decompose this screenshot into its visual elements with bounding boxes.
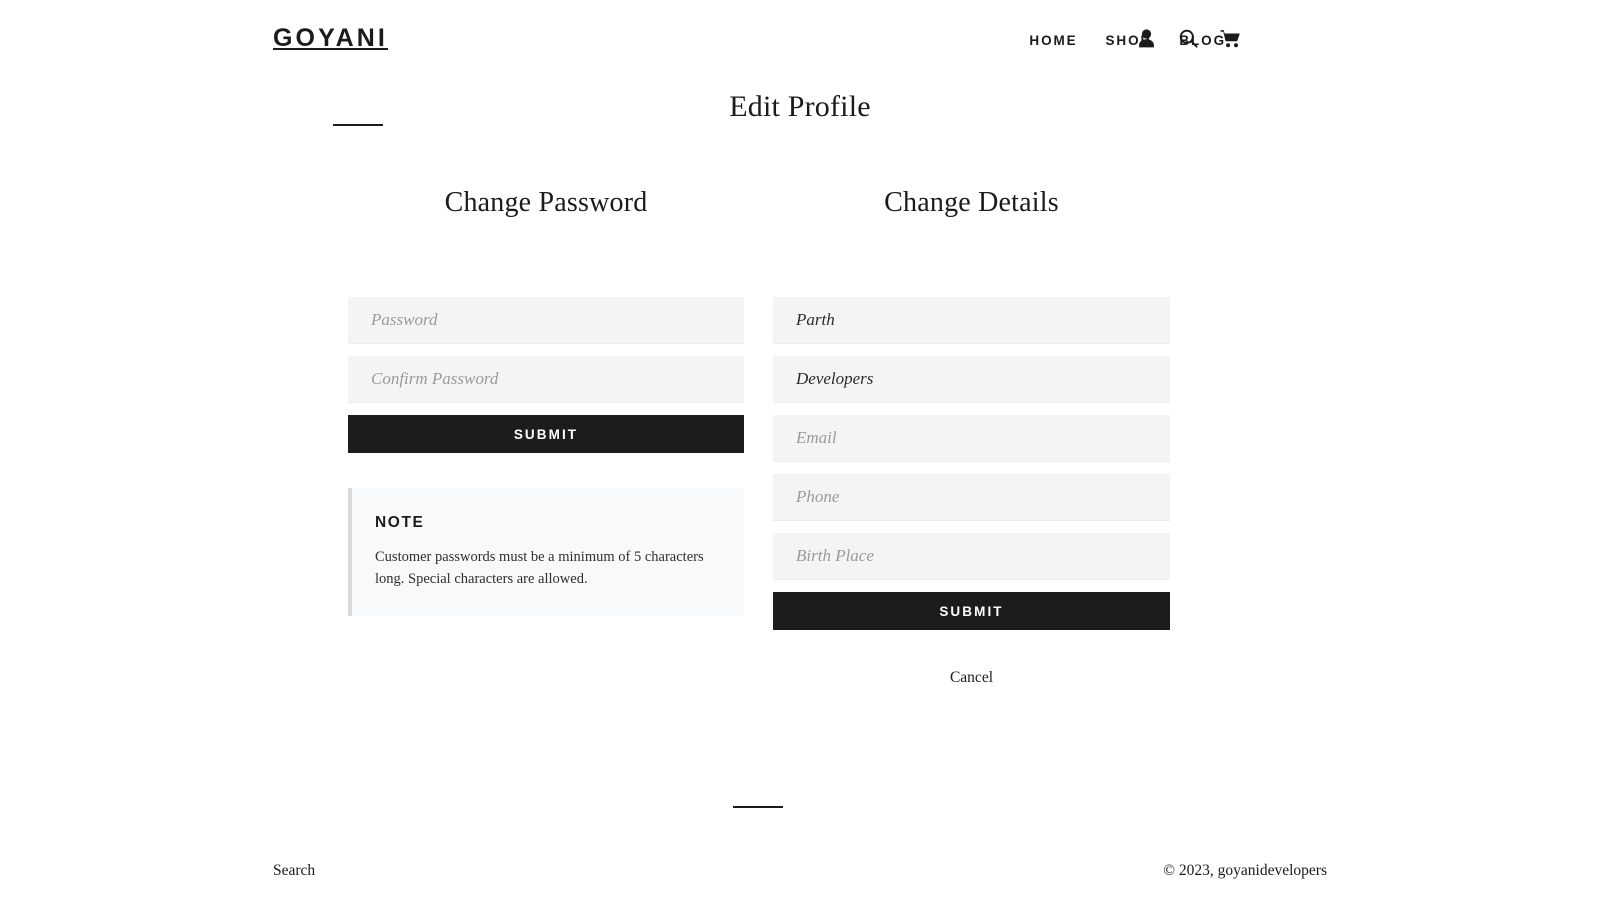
change-details-heading: Change Details xyxy=(884,187,1059,218)
cancel-link[interactable]: Cancel xyxy=(773,669,1170,687)
site-logo[interactable]: GOYANI xyxy=(273,26,388,51)
header-icon-group xyxy=(1134,25,1242,51)
site-header: GOYANI HOME SHOP BLOG xyxy=(0,0,1600,80)
change-details-submit-button[interactable]: SUBMIT xyxy=(773,592,1170,630)
change-password-submit-button[interactable]: SUBMIT xyxy=(348,415,744,453)
first-name-field[interactable] xyxy=(773,297,1170,344)
footer-divider xyxy=(733,806,783,808)
last-name-field[interactable] xyxy=(773,356,1170,403)
footer-search-link[interactable]: Search xyxy=(273,862,315,880)
page-title: Edit Profile xyxy=(729,90,871,124)
change-details-section: Change Details SUBMIT Cancel xyxy=(773,185,1170,686)
change-password-section: Change Password SUBMIT NOTE Customer pas… xyxy=(348,185,744,616)
change-password-fields: SUBMIT NOTE Customer passwords must be a… xyxy=(348,297,744,616)
footer-copyright: © 2023, goyanidevelopers xyxy=(1163,862,1327,879)
note-text: Customer passwords must be a minimum of … xyxy=(375,549,704,587)
change-details-fields: SUBMIT Cancel xyxy=(773,297,1170,687)
password-note-box: NOTE Customer passwords must be a minimu… xyxy=(348,488,744,616)
phone-field[interactable] xyxy=(773,474,1170,521)
nav-item-home[interactable]: HOME xyxy=(1015,30,1091,52)
title-divider xyxy=(333,124,383,126)
edit-profile-form-area: Change Password SUBMIT NOTE Customer pas… xyxy=(0,185,1600,705)
confirm-password-field[interactable] xyxy=(348,356,744,403)
search-icon[interactable] xyxy=(1176,25,1200,51)
site-footer: Search © 2023, goyanidevelopers xyxy=(0,862,1600,900)
note-title: NOTE xyxy=(375,514,425,531)
change-password-heading: Change Password xyxy=(444,187,648,218)
birth-place-field[interactable] xyxy=(773,533,1170,580)
cart-icon[interactable] xyxy=(1218,25,1242,51)
password-field[interactable] xyxy=(348,297,744,344)
account-icon[interactable] xyxy=(1134,25,1158,51)
email-field[interactable] xyxy=(773,415,1170,462)
